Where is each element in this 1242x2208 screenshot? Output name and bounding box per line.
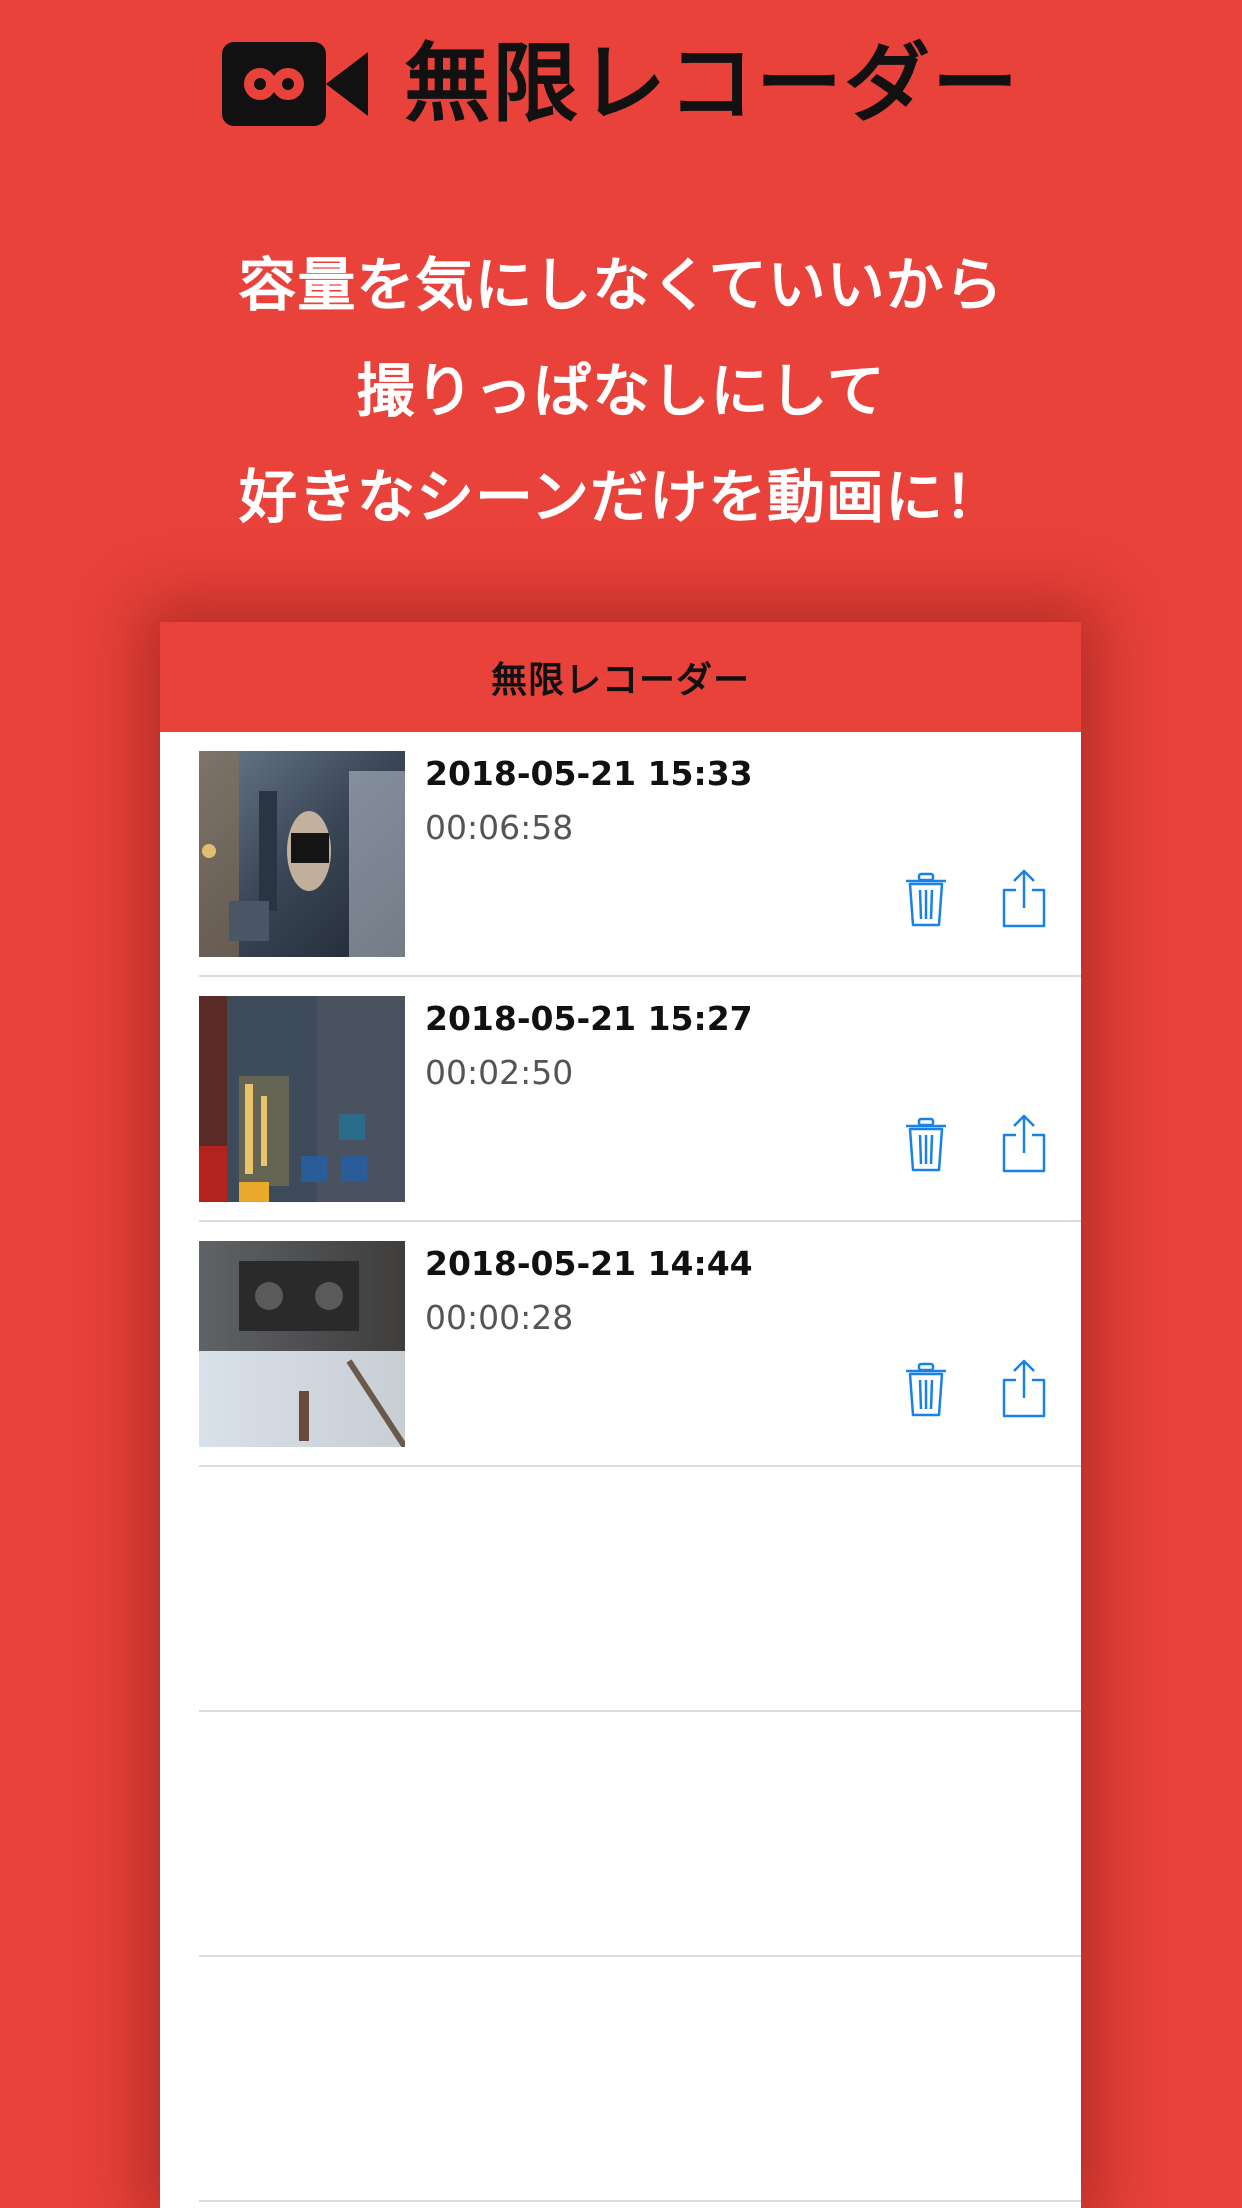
recording-date: 2018-05-21 14:44 [425, 1244, 753, 1283]
navigation-bar: 無限レコーダー [160, 622, 1081, 732]
infinity-video-camera-icon [222, 42, 368, 126]
tagline-line-3: 好きなシーンだけを動画に！ [238, 463, 1004, 531]
recording-date: 2018-05-21 15:27 [425, 999, 753, 1038]
game-event-menu-thumbnail[interactable] [199, 996, 405, 1202]
share-icon[interactable] [1000, 868, 1048, 930]
recordings-list[interactable]: 2018-05-21 15:33 00:06:58 2018-05-21 15:… [160, 732, 1081, 2202]
recording-row[interactable]: 2018-05-21 15:27 00:02:50 [199, 977, 1081, 1222]
app-logo-title: 無限レコーダー [404, 34, 1020, 134]
empty-row [199, 1712, 1081, 1957]
tagline-line-2: 撮りっぱなしにして [356, 357, 886, 425]
share-icon[interactable] [1000, 1358, 1048, 1420]
empty-row [199, 1467, 1081, 1712]
trash-icon[interactable] [904, 1117, 948, 1173]
game-vehicle-scene-thumbnail[interactable] [199, 1241, 405, 1447]
recording-duration: 00:06:58 [425, 808, 574, 847]
trash-icon[interactable] [904, 1362, 948, 1418]
nav-title: 無限レコーダー [490, 660, 750, 701]
recording-row[interactable]: 2018-05-21 15:33 00:06:58 [199, 732, 1081, 977]
empty-row [199, 1957, 1081, 2202]
game-scene-character-thumbnail[interactable] [199, 751, 405, 957]
tagline-line-1: 容量を気にしなくていいから [238, 251, 1004, 319]
recording-row[interactable]: 2018-05-21 14:44 00:00:28 [199, 1222, 1081, 1467]
recording-duration: 00:02:50 [425, 1053, 574, 1092]
share-icon[interactable] [1000, 1113, 1048, 1175]
promo-header: 無限レコーダー [0, 40, 1242, 128]
recording-date: 2018-05-21 15:33 [425, 754, 753, 793]
recording-duration: 00:00:28 [425, 1298, 574, 1337]
app-screen: 無限レコーダー 2018-05-21 15:33 00:06:58 2018-0… [160, 622, 1081, 2208]
trash-icon[interactable] [904, 872, 948, 928]
